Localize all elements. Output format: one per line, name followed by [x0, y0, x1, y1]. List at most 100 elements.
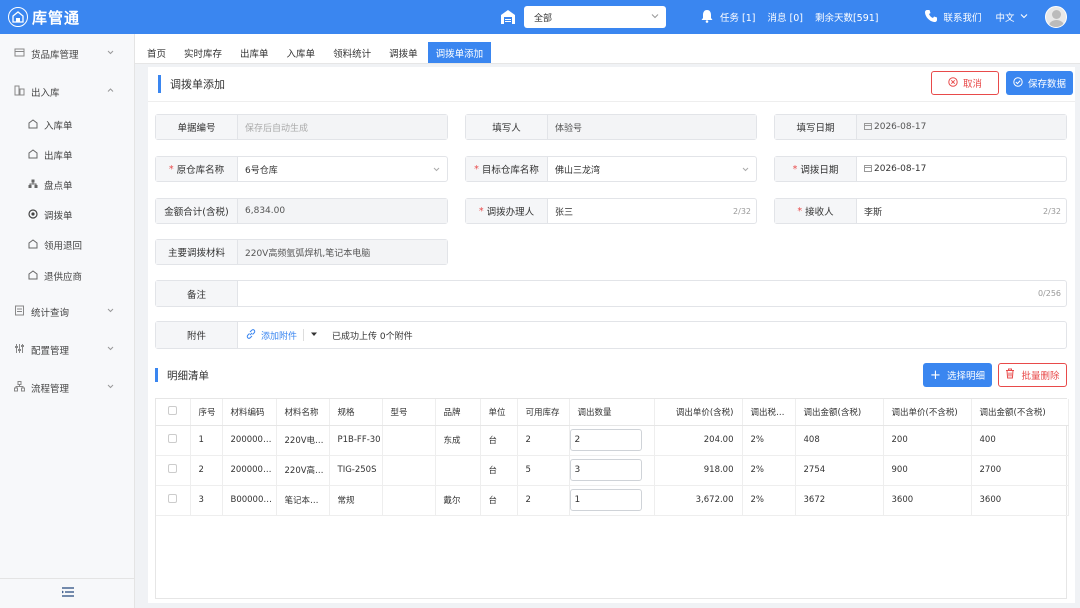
top-bar: 库管通 全部 任务 [1] 消息 [0] 剩余天数[591] 联系我们 中文 [0, 0, 1080, 34]
batch-delete-button[interactable]: 批量删除 [998, 363, 1067, 387]
caret-down-icon[interactable] [310, 330, 318, 341]
cell-price-notax: 3600 [883, 485, 972, 516]
chevron-down-icon [106, 344, 115, 356]
handler-input[interactable]: 张三 2/32 [548, 199, 756, 223]
fill-date-label: 填写日期 [775, 115, 857, 139]
chevron-down-icon [106, 382, 115, 394]
sidebar-group-stats[interactable]: 统计查询 [0, 301, 135, 323]
transfer-icon [28, 208, 38, 222]
dst-warehouse-select[interactable]: 佛山三龙湾 [548, 157, 756, 181]
sidebar-item-outbound[interactable]: 出库单 [0, 144, 135, 166]
in-out-icon [14, 85, 25, 99]
detail-table: 序号 材料编码 材料名称 规格 型号 品牌 单位 可用库存 调出数量 调出单价(… [155, 398, 1069, 599]
cell-amount-notax: 3600 [971, 485, 1069, 516]
warehouse-icon [500, 9, 516, 28]
sidebar-group-in-out[interactable]: 出入库 [0, 81, 135, 103]
remark-field[interactable]: 备注 0/256 [155, 280, 1067, 307]
trash-icon [1005, 368, 1015, 382]
sidebar-item-transfer[interactable]: 调拨单 [0, 204, 135, 226]
row-checkbox[interactable] [168, 494, 178, 503]
materials-label: 主要调拨材料 [156, 240, 238, 264]
detail-section-title: 明细清单 [155, 368, 209, 382]
tab-realtime-stock[interactable]: 实时库存 [176, 42, 230, 63]
cell-unit: 台 [480, 485, 518, 516]
chevron-down-icon [741, 165, 750, 177]
sidebar-collapse-button[interactable] [0, 578, 135, 608]
col-spec: 规格 [329, 399, 383, 426]
sidebar-group-workflow[interactable]: 流程管理 [0, 377, 135, 399]
sidebar-item-supplier-return[interactable]: 退供应商 [0, 265, 135, 287]
language-select[interactable]: 中文 [996, 10, 1029, 24]
tab-material-stats[interactable]: 领料统计 [325, 42, 379, 63]
cell-price-notax: 900 [883, 455, 972, 486]
receiver-field[interactable]: * 接收人 李斯 2/32 [774, 198, 1067, 224]
row-checkbox[interactable] [168, 434, 178, 443]
cell-qty: 2 [569, 425, 655, 456]
sidebar-item-inbound[interactable]: 入库单 [0, 114, 135, 136]
cell-brand: 东成 [435, 425, 481, 456]
table-row[interactable]: 3 B00000… 笔记本… 常规 戴尔台 2 1 3,672.00 2% 3672 3600 360… [156, 485, 1069, 516]
src-warehouse-label: 原仓库名称 [176, 165, 225, 176]
cell-amount-tax: 3672 [795, 485, 884, 516]
tab-transfer-add[interactable]: 调拨单添加 [427, 42, 492, 63]
col-price-notax: 调出单价(不含税) [883, 399, 972, 426]
sidebar-item-stocktake[interactable]: 盘点单 [0, 174, 135, 196]
tab-transfer[interactable]: 调拨单 [381, 42, 426, 63]
src-warehouse-select[interactable]: 6号仓库 [238, 157, 447, 181]
cell-qty: 1 [569, 485, 655, 516]
warehouse-select[interactable]: 全部 [524, 6, 666, 28]
receiver-label: 接收人 [805, 207, 834, 218]
contact-link[interactable]: 联系我们 [924, 9, 982, 26]
materials-value: 220V高频氩弧焊机,笔记本电脑 [238, 240, 447, 264]
transfer-date-input[interactable]: 2026-08-17 [857, 157, 1066, 181]
row-checkbox-cell[interactable] [156, 425, 191, 456]
attachment-label: 附件 [156, 322, 238, 348]
select-all-checkbox[interactable] [168, 405, 178, 415]
tasks-link[interactable]: 任务 [1] [700, 9, 755, 26]
divider [303, 329, 305, 341]
cell-brand [435, 455, 481, 486]
sidebar-item-return[interactable]: 领用退回 [0, 234, 135, 256]
tab-home[interactable]: 首页 [139, 42, 174, 63]
col-amount-tax: 调出金额(含税) [795, 399, 884, 426]
src-warehouse-field[interactable]: * 原仓库名称 6号仓库 [155, 156, 448, 182]
sidebar-group-config[interactable]: 配置管理 [0, 339, 135, 361]
avatar[interactable] [1045, 6, 1067, 28]
qty-input[interactable]: 1 [569, 489, 642, 511]
tab-outbound[interactable]: 出库单 [232, 42, 277, 63]
transfer-date-label: 调拨日期 [800, 165, 839, 176]
add-attachment-button[interactable]: 添加附件 [261, 329, 297, 342]
logo[interactable]: 库管通 [0, 7, 135, 28]
messages-link[interactable]: 消息 [0] [767, 10, 802, 24]
qty-input[interactable]: 2 [569, 429, 642, 451]
dst-warehouse-field[interactable]: * 目标仓库名称 佛山三龙湾 [465, 156, 757, 182]
select-details-button[interactable]: + 选择明细 [923, 363, 992, 387]
chevron-down-icon [650, 11, 660, 24]
cell-stock: 2 [517, 485, 570, 516]
return-icon [28, 238, 38, 252]
row-checkbox-cell[interactable] [156, 485, 191, 516]
table-row[interactable]: 1 200000… 220V电… P1B-FF-30 东成台 2 2 204.00 2% 408 2… [156, 425, 1069, 456]
page-title: 调拨单添加 [158, 75, 225, 93]
table-row[interactable]: 2 200000… 220V高… TIG-250S 台 5 3 918.00 2% 2754 900… [156, 455, 1069, 486]
sidebar-group-inventory[interactable]: 货品库管理 [0, 43, 135, 65]
amount-value: 6,834.00 [238, 199, 447, 223]
amount-field: 金额合计(含税) 6,834.00 [155, 198, 448, 224]
transfer-date-field[interactable]: * 调拨日期 2026-08-17 [774, 156, 1067, 182]
col-qty: 调出数量 [569, 399, 655, 426]
cancel-button[interactable]: 取消 [931, 71, 999, 95]
cell-tax: 2% [742, 485, 796, 516]
receiver-input[interactable]: 李斯 2/32 [857, 199, 1066, 223]
save-button[interactable]: 保存数据 [1006, 71, 1073, 95]
doc-no-label: 单据编号 [156, 115, 238, 139]
tab-inbound[interactable]: 入库单 [279, 42, 324, 63]
row-checkbox[interactable] [168, 464, 178, 473]
receiver-char-count: 2/32 [1043, 206, 1061, 216]
qty-input[interactable]: 3 [569, 459, 642, 481]
row-checkbox-cell[interactable] [156, 455, 191, 486]
remark-textarea[interactable]: 0/256 [238, 281, 1066, 306]
remark-label: 备注 [156, 281, 238, 306]
cell-spec: 常规 [329, 485, 383, 516]
filler-input: 体验号 [548, 115, 756, 139]
handler-field[interactable]: * 调拨办理人 张三 2/32 [465, 198, 757, 224]
